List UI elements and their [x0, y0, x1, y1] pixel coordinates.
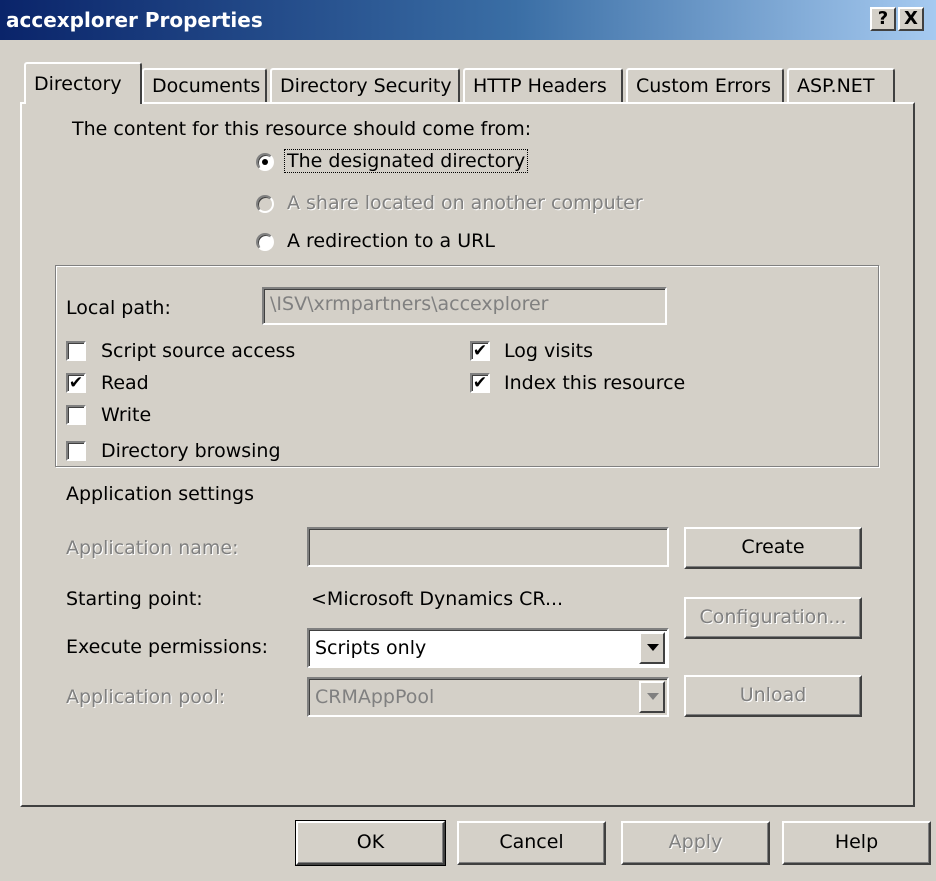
configuration-button[interactable]: Configuration...	[684, 597, 862, 639]
share-label: A share located on another computer	[287, 192, 643, 214]
tab-documents[interactable]: Documents	[142, 68, 267, 102]
designated-directory-label[interactable]: The designated directory	[283, 149, 529, 173]
help-button[interactable]: Help	[782, 821, 931, 865]
read-label[interactable]: Read	[101, 372, 149, 394]
share-radio[interactable]	[256, 195, 274, 213]
directory-browsing-checkbox[interactable]	[66, 441, 86, 461]
local-path-label: Local path:	[66, 297, 171, 319]
cancel-button[interactable]: Cancel	[457, 821, 606, 865]
chevron-down-icon[interactable]	[639, 632, 665, 664]
create-button[interactable]: Create	[684, 527, 862, 569]
apply-button[interactable]: Apply	[621, 821, 770, 865]
tab-aspnet[interactable]: ASP.NET	[787, 68, 895, 102]
read-checkbox[interactable]: ✔	[66, 373, 86, 393]
tab-label: ASP.NET	[797, 75, 875, 97]
index-resource-label[interactable]: Index this resource	[504, 372, 685, 394]
starting-point-label: Starting point:	[66, 588, 203, 610]
log-visits-label[interactable]: Log visits	[504, 340, 593, 362]
app-name-label: Application name:	[66, 537, 239, 559]
log-visits-checkbox[interactable]: ✔	[470, 341, 490, 361]
tab-directory-security[interactable]: Directory Security	[270, 68, 460, 102]
script-source-checkbox[interactable]	[66, 341, 86, 361]
tab-http-headers[interactable]: HTTP Headers	[463, 68, 623, 102]
tab-custom-errors[interactable]: Custom Errors	[626, 68, 784, 102]
window-title: accexplorer Properties	[6, 8, 263, 32]
directory-browsing-label[interactable]: Directory browsing	[101, 440, 281, 462]
redirection-radio[interactable]	[256, 233, 274, 251]
title-bar: accexplorer Properties ? X	[0, 0, 936, 40]
redirection-label[interactable]: A redirection to a URL	[287, 230, 495, 252]
write-label[interactable]: Write	[101, 404, 151, 426]
app-pool-label: Application pool:	[66, 686, 226, 708]
execute-permissions-value: Scripts only	[315, 637, 427, 659]
close-title-button[interactable]: X	[898, 7, 924, 31]
chevron-down-icon[interactable]	[639, 681, 665, 713]
help-title-button[interactable]: ?	[870, 7, 896, 31]
script-source-label[interactable]: Script source access	[101, 340, 295, 362]
execute-permissions-select[interactable]: Scripts only	[307, 628, 669, 668]
unload-button[interactable]: Unload	[684, 675, 862, 717]
content-source-heading: The content for this resource should com…	[72, 118, 532, 140]
ok-button[interactable]: OK	[295, 820, 446, 866]
app-pool-value: CRMAppPool	[315, 686, 435, 708]
tab-label: Directory	[34, 73, 122, 95]
tab-label: Directory Security	[280, 75, 452, 97]
designated-directory-radio[interactable]	[256, 153, 274, 171]
app-pool-select[interactable]: CRMAppPool	[307, 677, 669, 717]
local-path-field[interactable]: \ISV\xrmpartners\accexplorer	[262, 287, 667, 325]
tab-label: Custom Errors	[636, 75, 772, 97]
execute-permissions-label: Execute permissions:	[66, 636, 269, 658]
starting-point-value: <Microsoft Dynamics CR...	[311, 588, 564, 610]
app-settings-heading: Application settings	[66, 483, 254, 505]
app-name-field[interactable]	[307, 527, 669, 567]
tab-label: Documents	[152, 75, 261, 97]
write-checkbox[interactable]	[66, 405, 86, 425]
index-resource-checkbox[interactable]: ✔	[470, 373, 490, 393]
tab-label: HTTP Headers	[473, 75, 607, 97]
tab-directory[interactable]: Directory	[24, 62, 142, 104]
